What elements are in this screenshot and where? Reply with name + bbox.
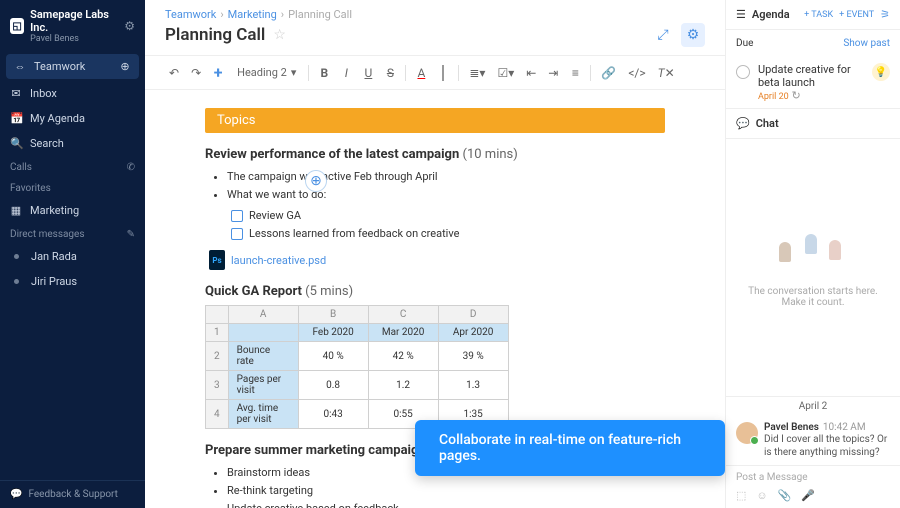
attach-icon[interactable]: 📎 <box>778 489 792 502</box>
emoji-icon[interactable]: ☺ <box>756 489 767 502</box>
outdent-button[interactable]: ⇤ <box>522 63 540 83</box>
checklist-item[interactable]: Review GA <box>249 207 665 225</box>
due-label: Due <box>736 38 753 49</box>
org-name: Samepage Labs Inc. <box>30 8 118 34</box>
settings-icon[interactable]: ⚙ <box>681 23 705 47</box>
bullet-item[interactable]: Update creative based on feedback <box>227 500 665 508</box>
people-illustration-icon <box>773 228 853 278</box>
dm-jan-rada[interactable]: Jan Rada <box>0 244 145 269</box>
app-logo-icon: ◱ <box>10 18 24 34</box>
insert-button[interactable]: + <box>209 60 227 85</box>
chat-title: Chat <box>756 117 779 130</box>
page-title: Planning Call <box>165 25 265 45</box>
feedback-link[interactable]: 💬Feedback & Support <box>0 480 145 508</box>
indent-button[interactable]: ⇥ <box>544 63 562 83</box>
chat-empty-state: The conversation starts here. Make it co… <box>726 139 900 396</box>
org-header[interactable]: ◱ Samepage Labs Inc. Pavel Benes ⚙ <box>0 0 145 52</box>
dm-jiri-praus[interactable]: Jiri Praus <box>0 269 145 294</box>
filter-icon[interactable]: ⚞ <box>880 8 890 21</box>
italic-button[interactable]: I <box>337 63 355 83</box>
photoshop-icon: Ps <box>209 250 225 270</box>
crumb-marketing[interactable]: Marketing <box>228 8 277 21</box>
bullet-list-button[interactable]: ≣▾ <box>465 63 489 83</box>
bullet-item[interactable]: What we want to do: Review GA Lessons le… <box>227 186 665 243</box>
sidebar: ◱ Samepage Labs Inc. Pavel Benes ⚙ ⇔ Tea… <box>0 0 145 508</box>
expand-icon[interactable]: ⤢ <box>651 23 675 47</box>
show-past-link[interactable]: Show past <box>843 38 890 49</box>
avatar[interactable] <box>736 422 758 444</box>
agenda-icon: ☰ <box>736 8 746 21</box>
bullet-item[interactable]: Re-think targeting <box>227 482 665 500</box>
text-color-button[interactable]: A <box>412 63 430 83</box>
chat-icon: 💬 <box>736 117 750 130</box>
align-button[interactable]: ≡ <box>566 63 584 83</box>
repeat-icon: ↻ <box>791 89 800 102</box>
section-calls: Calls✆ <box>0 156 145 177</box>
checklist-item[interactable]: Lessons learned from feedback on creativ… <box>249 225 665 243</box>
undo-button[interactable]: ↶ <box>165 63 183 83</box>
nav-teamwork[interactable]: ⇔ Teamwork ⊕ <box>6 54 139 79</box>
promo-callout: Collaborate in real-time on feature-rich… <box>415 420 725 476</box>
phone-icon[interactable]: ✆ <box>127 162 135 173</box>
star-icon[interactable]: ☆ <box>273 27 286 43</box>
teamwork-icon: ⇔ <box>14 60 26 73</box>
new-dm-icon[interactable]: ✎ <box>127 229 135 240</box>
gif-icon[interactable]: ⬚ <box>736 489 746 502</box>
current-user: Pavel Benes <box>30 34 118 44</box>
nav-agenda[interactable]: 📅My Agenda <box>0 106 145 131</box>
mic-icon[interactable]: 🎤 <box>801 489 815 502</box>
heading-select[interactable]: Heading 2 ▾ <box>231 63 302 82</box>
task-checkbox-icon[interactable] <box>736 65 750 79</box>
add-task-button[interactable]: + TASK <box>804 10 833 20</box>
link-button[interactable]: 🔗 <box>597 63 620 83</box>
chat-date-divider: April 2 <box>726 396 900 416</box>
plus-icon[interactable]: ⊕ <box>119 60 131 73</box>
redo-button[interactable]: ↷ <box>187 63 205 83</box>
chat-message[interactable]: Pavel Benes10:42 AM Did I cover all the … <box>726 416 900 465</box>
add-event-button[interactable]: + EVENT <box>839 10 874 20</box>
bold-button[interactable]: B <box>315 63 333 83</box>
section-ga: Quick GA Report (5 mins) <box>205 284 665 299</box>
agenda-title: Agenda <box>752 8 798 21</box>
section-favorites: Favorites <box>0 177 145 198</box>
agenda-task[interactable]: Update creative for beta launch April 20… <box>726 57 900 108</box>
ga-table[interactable]: ABCD 1Feb 2020Mar 2020Apr 2020 2Bounce r… <box>205 305 509 429</box>
presence-dot-icon <box>14 254 19 259</box>
right-panel: ☰ Agenda + TASK + EVENT ⚞ Due Show past … <box>725 0 900 508</box>
chat-input[interactable]: Post a Message ⬚ ☺ 📎 🎤 <box>726 465 900 508</box>
clear-format-button[interactable]: T✕ <box>654 63 679 83</box>
section-dms: Direct messages✎ <box>0 223 145 244</box>
add-block-button[interactable]: ⊕ <box>305 170 327 192</box>
idea-icon: 💡 <box>872 63 890 81</box>
main-area: Teamwork› Marketing› Planning Call Plann… <box>145 0 725 508</box>
highlight-button[interactable] <box>434 63 452 83</box>
board-icon: ▦ <box>10 204 22 217</box>
strike-button[interactable]: S <box>381 63 399 83</box>
bullet-item[interactable]: The campaign was active Feb through Apri… <box>227 168 665 186</box>
code-button[interactable]: </> <box>624 63 649 83</box>
gear-icon[interactable]: ⚙ <box>124 19 135 33</box>
topics-heading[interactable]: Topics <box>205 108 665 133</box>
checklist-button[interactable]: ☑▾ <box>493 63 518 83</box>
file-attachment[interactable]: Ps launch-creative.psd <box>209 250 665 270</box>
crumb-teamwork[interactable]: Teamwork <box>165 8 216 21</box>
fav-marketing[interactable]: ▦Marketing <box>0 198 145 223</box>
nav-inbox[interactable]: ✉Inbox <box>0 81 145 106</box>
agenda-icon: 📅 <box>10 112 22 125</box>
section-review: Review performance of the latest campaig… <box>205 147 665 162</box>
chat-bubble-icon: 💬 <box>10 489 22 500</box>
editor-toolbar: ↶ ↷ + Heading 2 ▾ B I U S A ≣▾ ☑▾ ⇤ ⇥ ≡ … <box>145 55 725 90</box>
nav-search[interactable]: 🔍Search <box>0 131 145 156</box>
breadcrumb: Teamwork› Marketing› Planning Call <box>145 0 725 23</box>
search-icon: 🔍 <box>10 137 22 150</box>
presence-dot-icon <box>14 279 19 284</box>
crumb-current: Planning Call <box>288 8 352 21</box>
underline-button[interactable]: U <box>359 63 377 83</box>
inbox-icon: ✉ <box>10 87 22 100</box>
